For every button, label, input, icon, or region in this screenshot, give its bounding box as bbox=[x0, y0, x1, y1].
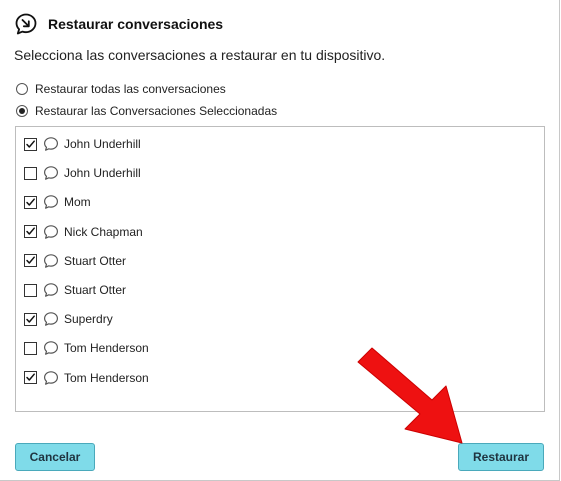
dialog-title: Restaurar conversaciones bbox=[48, 16, 224, 32]
chat-bubble-icon bbox=[44, 312, 58, 326]
instruction-text: Selecciona las conversaciones a restaura… bbox=[14, 47, 386, 63]
checkbox-unchecked[interactable] bbox=[24, 283, 37, 297]
conversation-name: Superdry bbox=[64, 312, 113, 327]
conversation-name: Stuart Otter bbox=[64, 283, 127, 297]
chat-bubble-icon bbox=[44, 370, 58, 385]
conversation-name: Tom Henderson bbox=[64, 370, 149, 385]
radio-restore-selected-label: Restaurar las Conversaciones Seleccionad… bbox=[35, 104, 278, 118]
conversation-item[interactable]: John Underhill bbox=[24, 164, 141, 182]
checkbox-checked[interactable] bbox=[24, 195, 37, 209]
checkbox-unchecked[interactable] bbox=[24, 341, 37, 355]
conversation-item[interactable]: John Underhill bbox=[24, 135, 141, 153]
conversation-item[interactable]: Tom Henderson bbox=[24, 339, 149, 357]
conversation-item[interactable]: Tom Henderson bbox=[24, 369, 149, 387]
conversation-name: Tom Henderson bbox=[64, 341, 149, 356]
checkbox-unchecked[interactable] bbox=[24, 166, 37, 180]
cancel-button[interactable]: Cancelar bbox=[15, 443, 95, 471]
conversation-name: John Underhill bbox=[64, 166, 141, 181]
radio-button-checked[interactable] bbox=[16, 105, 28, 117]
chat-bubble-icon bbox=[44, 283, 58, 297]
chat-restore-icon bbox=[15, 13, 37, 35]
radio-button[interactable] bbox=[16, 83, 28, 95]
checkbox-checked[interactable] bbox=[24, 225, 37, 239]
conversation-item[interactable]: Stuart Otter bbox=[24, 252, 126, 270]
conversation-item[interactable]: Stuart Otter bbox=[24, 281, 126, 299]
conversation-name: Nick Chapman bbox=[64, 224, 143, 239]
radio-restore-all[interactable]: Restaurar todas las conversaciones bbox=[16, 82, 226, 96]
chat-bubble-icon bbox=[44, 137, 58, 151]
chat-bubble-icon bbox=[44, 166, 58, 180]
chat-bubble-icon bbox=[44, 195, 58, 210]
conversation-item[interactable]: Mom bbox=[24, 193, 91, 211]
conversation-item[interactable]: Superdry bbox=[24, 310, 113, 328]
conversation-item[interactable]: Nick Chapman bbox=[24, 223, 143, 241]
checkbox-checked[interactable] bbox=[24, 137, 37, 151]
conversation-name: Mom bbox=[64, 195, 91, 210]
checkbox-checked[interactable] bbox=[24, 254, 37, 268]
radio-restore-all-label: Restaurar todas las conversaciones bbox=[35, 82, 226, 96]
checkbox-checked[interactable] bbox=[24, 371, 37, 385]
restore-conversations-dialog: Restaurar conversaciones Selecciona las … bbox=[0, 0, 560, 481]
radio-restore-selected[interactable]: Restaurar las Conversaciones Seleccionad… bbox=[16, 104, 277, 118]
conversation-name: Stuart Otter bbox=[64, 253, 127, 268]
chat-bubble-icon bbox=[44, 224, 58, 239]
chat-bubble-icon bbox=[44, 253, 58, 268]
annotation-arrow bbox=[357, 347, 463, 444]
checkbox-checked[interactable] bbox=[24, 312, 37, 326]
chat-bubble-icon bbox=[44, 341, 58, 356]
conversation-name: John Underhill bbox=[64, 137, 141, 151]
